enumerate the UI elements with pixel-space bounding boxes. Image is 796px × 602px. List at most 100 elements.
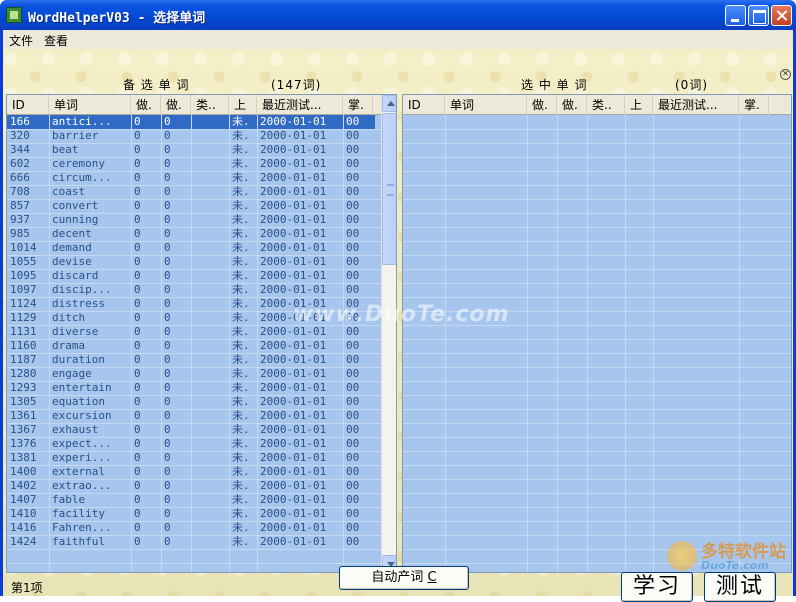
word-cell: 0 xyxy=(134,437,141,450)
word-cell xyxy=(191,185,229,199)
grid-line xyxy=(403,521,791,522)
word-row[interactable]: 985 decent 0 0 未. 2000-01-01 00 xyxy=(7,227,379,241)
column-header[interactable]: 掌. xyxy=(343,95,373,115)
word-row[interactable]: 708 coast 0 0 未. 2000-01-01 00 xyxy=(7,185,379,199)
candidate-word-list[interactable]: ID 单词 做. 做. 类.. 上最近测试... 掌. 166 antici... 0 0 未. 20… xyxy=(6,94,397,573)
grid-line xyxy=(7,507,381,508)
column-header[interactable]: 做. xyxy=(131,95,161,115)
word-row[interactable]: 1376 expect... 0 0 未. 2000-01-01 00 xyxy=(7,437,379,451)
word-row[interactable]: 1381 experi... 0 0 未. 2000-01-01 00 xyxy=(7,451,379,465)
maximize-button[interactable] xyxy=(748,5,769,26)
candidate-list-scrollbar[interactable] xyxy=(381,95,396,572)
word-cell: 1160 xyxy=(10,339,37,352)
column-header[interactable]: 最近测试... xyxy=(653,95,739,115)
word-cell: ceremony xyxy=(52,157,105,170)
grid-line xyxy=(403,199,791,200)
column-header[interactable]: 单词 xyxy=(49,95,131,115)
word-row[interactable]: 1305 equation 0 0 未. 2000-01-01 00 xyxy=(7,395,379,409)
word-cell: 2000-01-01 xyxy=(260,213,327,226)
word-cell xyxy=(191,115,229,129)
grid-line xyxy=(7,269,381,270)
grid-line xyxy=(49,115,50,572)
word-row[interactable]: 602 ceremony 0 0 未. 2000-01-01 00 xyxy=(7,157,379,171)
word-cell: 0 xyxy=(164,465,171,478)
word-row[interactable]: 857 convert 0 0 未. 2000-01-01 00 xyxy=(7,199,379,213)
word-cell: 未. xyxy=(232,185,250,198)
word-row[interactable]: 1095 discard 0 0 未. 2000-01-01 00 xyxy=(7,269,379,283)
word-row[interactable]: 1402 extrao... 0 0 未. 2000-01-01 00 xyxy=(7,479,379,493)
word-row[interactable]: 1280 engage 0 0 未. 2000-01-01 00 xyxy=(7,367,379,381)
column-header[interactable]: 上 xyxy=(229,95,257,115)
grid-line xyxy=(527,115,528,572)
word-cell xyxy=(191,283,229,297)
column-header[interactable]: 掌. xyxy=(739,95,769,115)
word-cell: 0 xyxy=(134,311,141,324)
column-header[interactable]: 类.. xyxy=(587,95,625,115)
auto-generate-button[interactable]: 自动产词 C xyxy=(339,566,469,590)
column-header[interactable]: 上 xyxy=(625,95,653,115)
column-header[interactable]: ID xyxy=(403,95,445,115)
word-row[interactable]: 666 circum... 0 0 未. 2000-01-01 00 xyxy=(7,171,379,185)
menu-view[interactable]: 查看 xyxy=(44,32,68,49)
grid-line xyxy=(403,395,791,396)
column-header[interactable]: 做. xyxy=(527,95,557,115)
minimize-button[interactable] xyxy=(725,5,746,26)
word-row[interactable]: 344 beat 0 0 未. 2000-01-01 00 xyxy=(7,143,379,157)
word-cell: 0 xyxy=(164,437,171,450)
word-cell: 00 xyxy=(346,521,360,534)
word-cell: exhaust xyxy=(52,423,99,436)
learn-button[interactable]: 学习 xyxy=(621,572,693,602)
word-row[interactable]: 1097 discip... 0 0 未. 2000-01-01 00 xyxy=(7,283,379,297)
word-row[interactable]: 1367 exhaust 0 0 未. 2000-01-01 00 xyxy=(7,423,379,437)
word-row[interactable]: 1361 excursion 0 0 未. 2000-01-01 00 xyxy=(7,409,379,423)
close-button[interactable] xyxy=(771,5,792,26)
grid-line xyxy=(403,297,791,298)
word-row[interactable]: 1160 drama 0 0 未. 2000-01-01 00 xyxy=(7,339,379,353)
column-header[interactable]: 最近测试... xyxy=(257,95,343,115)
scroll-up-button[interactable] xyxy=(382,95,396,112)
word-row[interactable]: 320 barrier 0 0 未. 2000-01-01 00 xyxy=(7,129,379,143)
column-header[interactable]: 类.. xyxy=(191,95,229,115)
column-header[interactable]: 做. xyxy=(161,95,191,115)
word-cell: 0 xyxy=(164,269,171,282)
selected-word-list[interactable]: ID 单词 做. 做. 类.. 上最近测试... 掌. xyxy=(402,94,792,573)
grid-line xyxy=(7,129,381,130)
scroll-thumb[interactable] xyxy=(382,113,396,265)
word-cell: 未. xyxy=(232,353,250,366)
word-row[interactable]: 1416 Fahren... 0 0 未. 2000-01-01 00 xyxy=(7,521,379,535)
word-cell: 0 xyxy=(134,283,141,296)
column-header[interactable]: 单词 xyxy=(445,95,527,115)
word-cell: 2000-01-01 xyxy=(260,241,327,254)
word-row[interactable]: 1131 diverse 0 0 未. 2000-01-01 00 xyxy=(7,325,379,339)
word-cell: discard xyxy=(52,269,99,282)
word-cell: 166 xyxy=(10,115,30,128)
word-row[interactable]: 1014 demand 0 0 未. 2000-01-01 00 xyxy=(7,241,379,255)
panel-close-icon[interactable]: × xyxy=(780,69,791,80)
word-cell: 未. xyxy=(232,115,250,128)
word-row[interactable]: 1424 faithful 0 0 未. 2000-01-01 00 xyxy=(7,535,379,549)
column-header[interactable]: ID xyxy=(7,95,49,115)
word-cell: 未. xyxy=(232,227,250,240)
logo-mark-icon xyxy=(667,541,697,571)
test-button[interactable]: 测试 xyxy=(704,572,776,602)
word-cell: 未. xyxy=(232,367,250,380)
word-row[interactable]: 1055 devise 0 0 未. 2000-01-01 00 xyxy=(7,255,379,269)
column-header[interactable]: 做. xyxy=(557,95,587,115)
word-cell: 0 xyxy=(134,479,141,492)
word-row[interactable]: 1187 duration 0 0 未. 2000-01-01 00 xyxy=(7,353,379,367)
title-bar[interactable]: WordHelperV03 - 选择单词 xyxy=(0,0,796,30)
grid-line xyxy=(403,339,791,340)
word-cell: beat xyxy=(52,143,79,156)
word-row[interactable]: 937 cunning 0 0 未. 2000-01-01 00 xyxy=(7,213,379,227)
word-row[interactable]: 1293 entertain 0 0 未. 2000-01-01 00 xyxy=(7,381,379,395)
grid-line xyxy=(7,381,381,382)
word-cell: 1400 xyxy=(10,465,37,478)
word-cell xyxy=(191,409,229,423)
word-row[interactable]: 1400 external 0 0 未. 2000-01-01 00 xyxy=(7,465,379,479)
word-cell: 0 xyxy=(134,423,141,436)
word-cell: 1305 xyxy=(10,395,37,408)
word-cell: 0 xyxy=(134,465,141,478)
word-row[interactable]: 1410 facility 0 0 未. 2000-01-01 00 xyxy=(7,507,379,521)
word-row[interactable]: 1407 fable 0 0 未. 2000-01-01 00 xyxy=(7,493,379,507)
menu-file[interactable]: 文件 xyxy=(9,32,33,49)
